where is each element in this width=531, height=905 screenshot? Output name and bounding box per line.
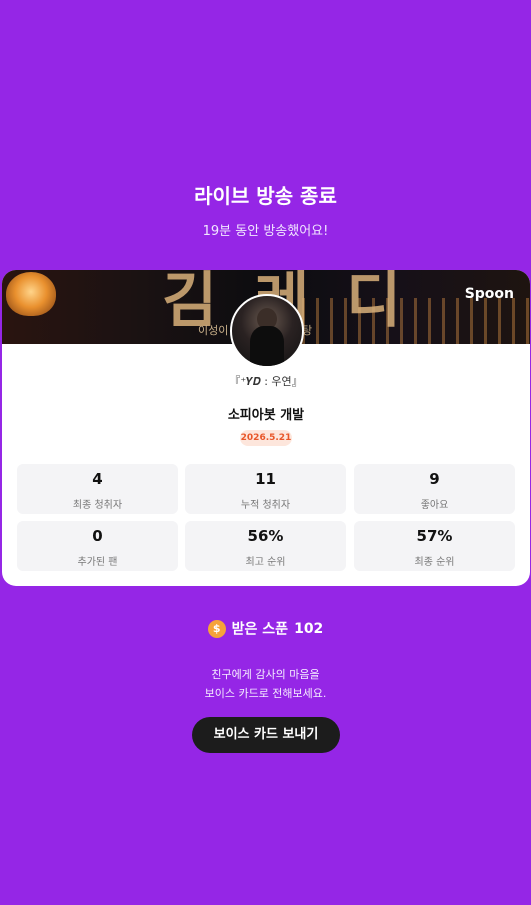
- cover-subtext-left: 이성이: [198, 324, 229, 337]
- stat-value: 11: [255, 470, 276, 488]
- stat-value: 56%: [247, 527, 284, 545]
- stat-label: 누적 청취자: [240, 500, 291, 511]
- received-spoons: $ 받은 스푼 102: [0, 618, 531, 638]
- live-title: 소피아봇 개발: [227, 408, 305, 423]
- send-voice-card-button[interactable]: 보이스 카드 보내기: [192, 717, 340, 753]
- message-line-1: 친구에게 감사의 마음을: [211, 668, 320, 681]
- stat-final-rank: 57% 최종 순위: [354, 521, 515, 571]
- spoons-value: 102: [294, 620, 324, 637]
- dj-nickname: 『⁺𝒀𝑫 : 우연』: [229, 375, 303, 388]
- stat-best-rank: 56% 최고 순위: [185, 521, 346, 571]
- spoons-label: 받은 스푼: [231, 621, 289, 638]
- stat-label: 최종 순위: [414, 557, 455, 568]
- stat-label: 추가된 팬: [77, 557, 118, 568]
- lantern-image: [6, 272, 56, 316]
- broadcast-duration: 19분 동안 방송했어요!: [202, 224, 329, 239]
- spoon-coin-icon: $: [207, 619, 226, 638]
- stat-label: 최종 청취자: [72, 500, 123, 511]
- stat-value: 9: [429, 470, 440, 488]
- stat-value: 0: [92, 527, 103, 545]
- stat-label: 최고 순위: [245, 557, 286, 568]
- message-line-2: 보이스 카드로 전해보세요.: [204, 687, 327, 700]
- stat-value: 57%: [416, 527, 453, 545]
- stat-value: 4: [92, 470, 103, 488]
- dj-avatar[interactable]: [230, 294, 304, 368]
- stat-likes: 9 좋아요: [354, 464, 515, 514]
- stat-total-listeners: 11 누적 청취자: [185, 464, 346, 514]
- avatar-body: [250, 326, 284, 366]
- page-title: 라이브 방송 종료: [194, 184, 337, 208]
- thank-you-message: 친구에게 감사의 마음을 보이스 카드로 전해보세요.: [0, 665, 531, 703]
- date-badge: 2026.5.21: [240, 430, 292, 446]
- stat-final-listeners: 4 최종 청취자: [17, 464, 178, 514]
- live-summary-card: 김 레 디 이성이 탕 Spoon 『⁺𝒀𝑫 : 우연』 소피아봇 개발 202…: [2, 270, 530, 586]
- spoon-logo: Spoon: [464, 286, 514, 302]
- stat-label: 좋아요: [420, 500, 449, 511]
- stat-new-fans: 0 추가된 팬: [17, 521, 178, 571]
